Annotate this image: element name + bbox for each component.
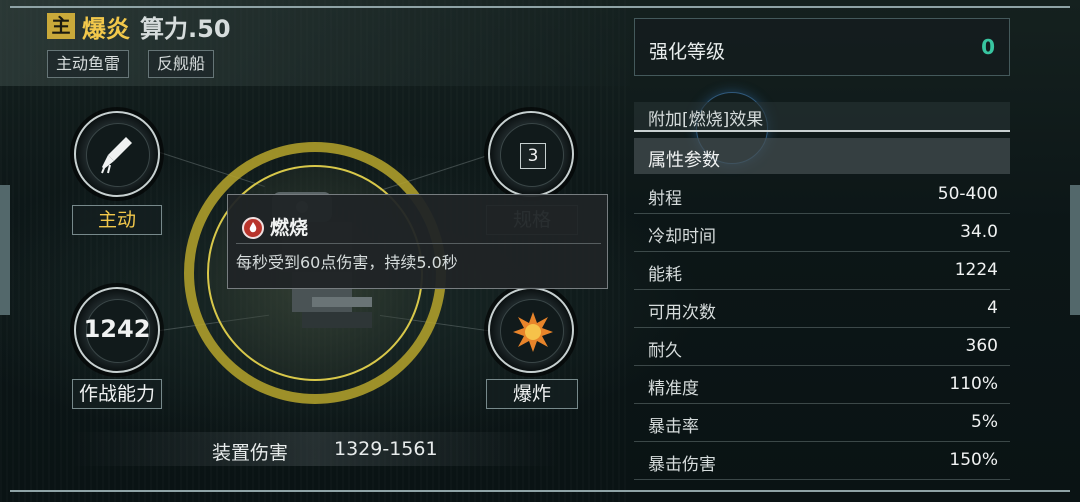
- weapon-power: 算力.50: [140, 15, 231, 43]
- explosion-icon: [513, 312, 553, 352]
- attr-row-range: 射程 50-400: [634, 176, 1010, 214]
- device-damage-value: 1329-1561: [334, 438, 438, 460]
- attr-value: 4: [987, 298, 998, 318]
- attributes-header: 属性参数: [634, 138, 1010, 174]
- mode-disc: [74, 111, 160, 197]
- damage-type-disc: [488, 287, 574, 373]
- tooltip-description: 每秒受到60点伤害，持续5.0秒: [236, 253, 458, 272]
- attr-row-durability: 耐久 360: [634, 328, 1010, 366]
- attr-value: 360: [965, 336, 998, 356]
- frame-bottom-border: [10, 490, 1070, 492]
- tag-active-torpedo: 主动鱼雷: [47, 50, 130, 78]
- torpedo-icon: [101, 137, 132, 174]
- frame-top-border: [10, 6, 1070, 8]
- additional-effect-label: 附加[燃烧]效果: [648, 110, 764, 130]
- attr-row-accuracy: 精准度 110%: [634, 366, 1010, 404]
- enhance-level-value: 0: [981, 35, 995, 59]
- attr-name: 耐久: [648, 341, 682, 361]
- spec-value: 3: [520, 143, 546, 169]
- combat-value: 1242: [83, 315, 151, 343]
- weapon-detail-screen: 主 爆炎 算力.50 主动鱼雷 反舰船 主动 3 规格 1242 作战能力: [0, 0, 1080, 502]
- fire-icon: [242, 217, 264, 239]
- device-damage-label: 装置伤害: [212, 442, 289, 464]
- attr-value: 150%: [949, 450, 998, 470]
- attr-name: 暴击率: [648, 417, 699, 437]
- frame-right-tab: [1070, 185, 1080, 315]
- device-damage-row: 装置伤害 1329-1561: [72, 432, 558, 466]
- attr-row-energy: 能耗 1224: [634, 252, 1010, 290]
- enhance-level-label: 强化等级: [649, 41, 726, 63]
- attr-value: 5%: [971, 412, 998, 432]
- attributes-panel[interactable]: 强化等级 0 附加[燃烧]效果 属性参数 射程 50-400 冷却时间 34.0…: [634, 18, 1010, 488]
- combat-label: 作战能力: [72, 379, 162, 409]
- attr-value: 1224: [954, 260, 998, 280]
- additional-effect-row[interactable]: 附加[燃烧]效果: [634, 102, 1010, 132]
- attr-name: 射程: [648, 189, 682, 209]
- main-weapon-badge: 主: [47, 13, 75, 39]
- damage-type-label: 爆炸: [486, 379, 578, 409]
- attr-value: 50-400: [937, 184, 998, 204]
- fire-glyph: [249, 222, 257, 233]
- weapon-name: 爆炎: [82, 15, 130, 43]
- enhance-level-box[interactable]: 强化等级 0: [634, 18, 1010, 76]
- mode-label: 主动: [72, 205, 162, 235]
- attr-row-uses: 可用次数 4: [634, 290, 1010, 328]
- attr-value: 110%: [949, 374, 998, 394]
- attr-name: 暴击伤害: [648, 455, 716, 475]
- attr-row-crit-rate: 暴击率 5%: [634, 404, 1010, 442]
- tooltip-title: 燃烧: [270, 217, 309, 239]
- tag-anti-ship: 反舰船: [148, 50, 215, 78]
- attr-value: 34.0: [960, 222, 998, 242]
- attr-name: 能耗: [648, 265, 682, 285]
- frame-left-tab: [0, 185, 10, 315]
- attr-row-cooldown: 冷却时间 34.0: [634, 214, 1010, 252]
- tooltip-divider: [236, 243, 601, 244]
- attr-name: 冷却时间: [648, 227, 716, 247]
- attributes-header-label: 属性参数: [648, 150, 720, 171]
- attr-name: 精准度: [648, 379, 699, 399]
- attr-name: 可用次数: [648, 303, 716, 323]
- attr-row-crit-damage: 暴击伤害 150%: [634, 442, 1010, 480]
- burn-effect-tooltip: 燃烧 每秒受到60点伤害，持续5.0秒: [227, 194, 608, 289]
- spec-disc: 3: [488, 111, 574, 197]
